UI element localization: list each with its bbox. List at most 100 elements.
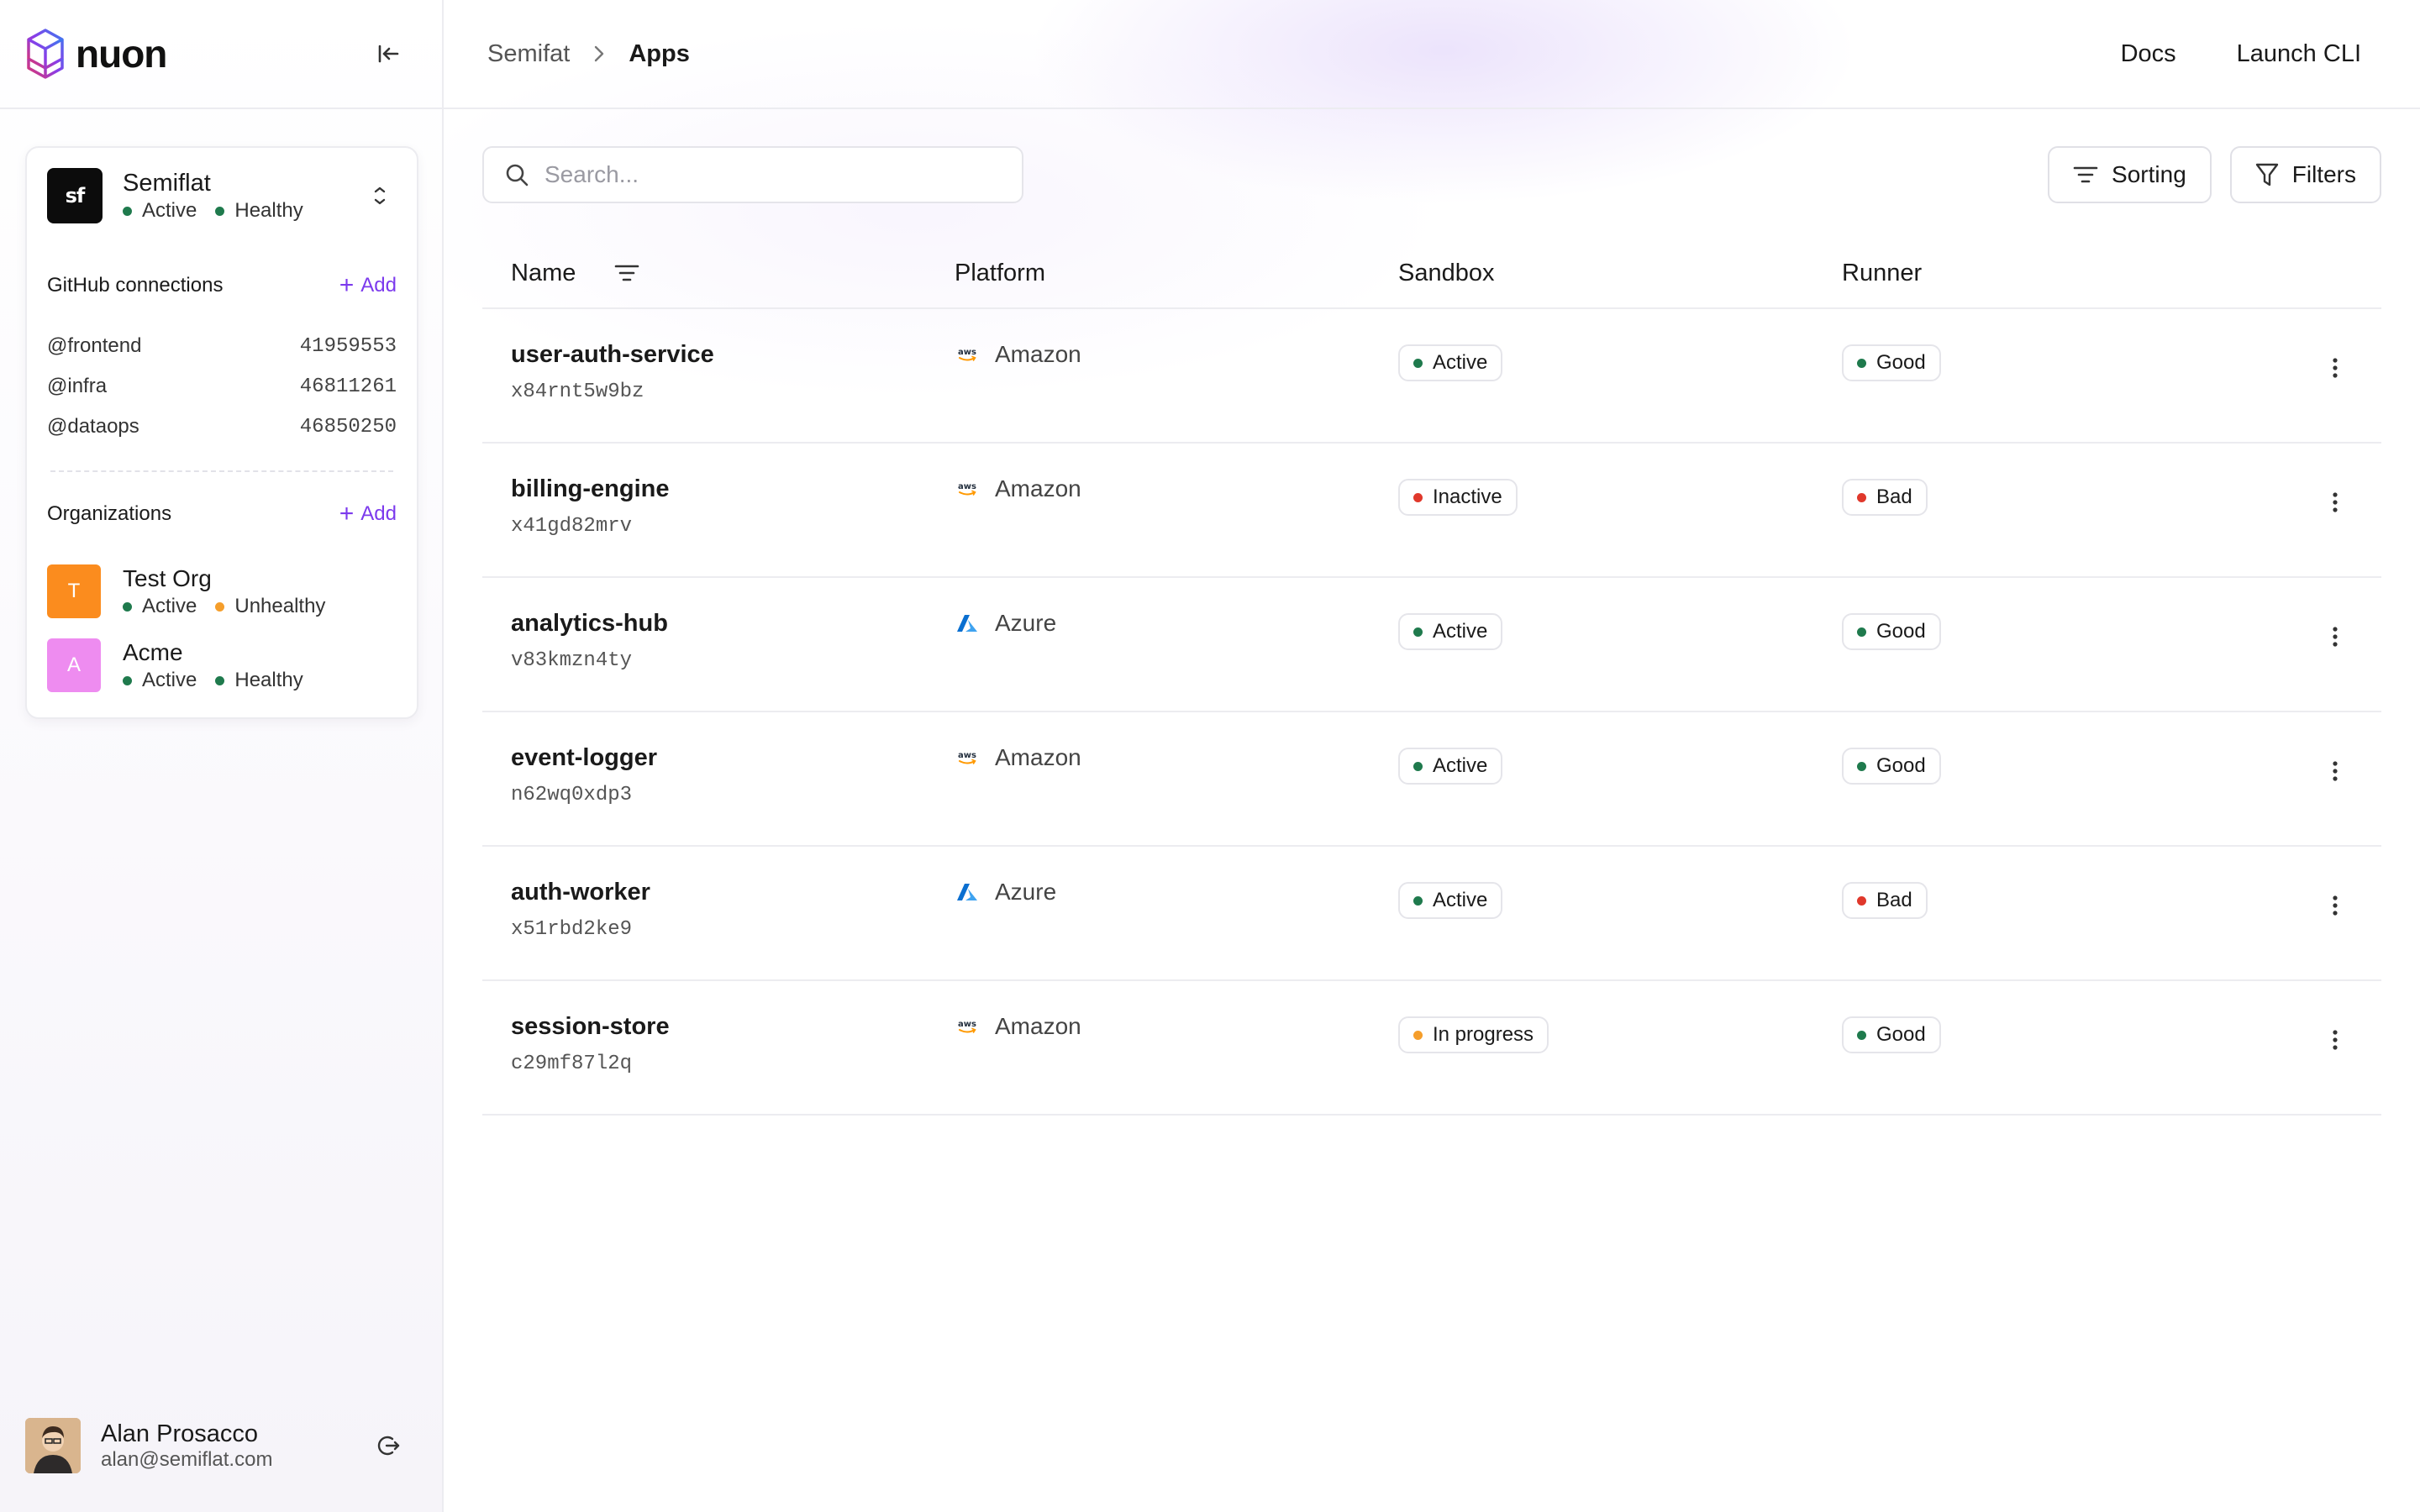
github-connection-id: 41959553 — [299, 334, 397, 358]
app-name[interactable]: billing-engine — [511, 475, 670, 503]
table-row[interactable]: event-logger n62wq0xdp3 aws Amazon Activ… — [482, 712, 2381, 847]
column-header-platform: Platform — [955, 259, 1045, 286]
platform: Azure — [955, 879, 1370, 906]
sandbox-status-label: Inactive — [1433, 486, 1502, 508]
health-dot — [215, 675, 225, 685]
nuon-logo-icon — [27, 29, 64, 79]
runner-status-dot — [1857, 1030, 1866, 1040]
filter-funnel-icon — [2255, 163, 2278, 186]
table-row[interactable]: billing-engine x41gd82mrv aws Amazon Ina… — [482, 444, 2381, 578]
org-switch-button[interactable] — [363, 179, 397, 213]
logout-icon — [377, 1436, 400, 1456]
org-card: sf Semiflat Active Healthy GitHub connec… — [25, 146, 418, 719]
app-name[interactable]: auth-worker — [511, 879, 650, 906]
search-box[interactable] — [482, 146, 1023, 203]
org-status-label: Active — [142, 595, 197, 617]
user-info: Alan Prosacco alan@semiflat.com — [101, 1420, 371, 1472]
org-health-label: Healthy — [234, 199, 303, 222]
add-organization-button[interactable]: + Add — [339, 500, 397, 528]
kebab-menu-icon — [2333, 627, 2338, 647]
breadcrumb-org[interactable]: Semifat — [487, 40, 570, 68]
row-menu-button[interactable] — [2317, 349, 2354, 386]
app-cell: auth-worker x51rbd2ke9 — [482, 847, 926, 941]
sorting-button[interactable]: Sorting — [2048, 146, 2212, 203]
filters-button[interactable]: Filters — [2229, 146, 2381, 203]
runner-cell: Good — [1813, 981, 2289, 1053]
platform-name: Azure — [995, 879, 1057, 905]
actions-cell — [2289, 712, 2381, 790]
kebab-menu-icon — [2333, 492, 2338, 512]
aws-icon: aws — [958, 1020, 976, 1033]
brand-logo[interactable]: nuon — [25, 27, 167, 81]
runner-status-badge: Good — [1842, 344, 1941, 381]
table-header: Name Platform Sandbox Runner — [482, 239, 2381, 309]
github-list: @frontend 41959553 @infra 46811261 @data… — [47, 326, 397, 447]
search-input[interactable] — [544, 161, 998, 188]
user-email: alan@semiflat.com — [101, 1448, 273, 1471]
section-divider — [50, 470, 393, 472]
top-bar: Semifat Apps Docs Launch CLI — [444, 0, 2420, 109]
current-org-switcher[interactable]: sf Semiflat Active Healthy — [47, 168, 397, 223]
github-connection-item[interactable]: @infra 46811261 — [47, 366, 397, 407]
column-header-sandbox: Sandbox — [1398, 259, 1495, 286]
platform-icon: aws — [955, 1014, 980, 1039]
table-row[interactable]: auth-worker x51rbd2ke9 Azure Active Bad — [482, 847, 2381, 981]
platform: aws Amazon — [955, 1013, 1370, 1040]
runner-status-label: Good — [1876, 1023, 1926, 1046]
actions-cell — [2289, 309, 2381, 386]
org-logo: sf — [47, 168, 103, 223]
github-connection-item[interactable]: @frontend 41959553 — [47, 326, 397, 366]
org-info: Test Org Active Unhealthy — [123, 564, 397, 618]
platform: aws Amazon — [955, 744, 1370, 771]
github-connection-id: 46811261 — [299, 375, 397, 398]
add-github-button[interactable]: + Add — [339, 273, 397, 298]
name-sort-button[interactable] — [614, 263, 639, 283]
org-status-label: Active — [142, 199, 197, 222]
chevron-up-down-icon — [374, 186, 386, 205]
actions-cell — [2289, 444, 2381, 521]
table-row[interactable]: analytics-hub v83kmzn4ty Azure Active Go… — [482, 578, 2381, 712]
launch-cli-link[interactable]: Launch CLI — [2237, 40, 2361, 68]
health-dot — [215, 601, 225, 612]
row-menu-button[interactable] — [2317, 753, 2354, 790]
app-name[interactable]: session-store — [511, 1013, 670, 1041]
sandbox-cell: Active — [1370, 847, 1813, 919]
kebab-menu-icon — [2333, 1030, 2338, 1050]
actions-cell — [2289, 981, 2381, 1058]
github-connection-name: @frontend — [47, 334, 142, 357]
row-menu-button[interactable] — [2317, 887, 2354, 924]
app-name[interactable]: user-auth-service — [511, 341, 714, 369]
apps-table: Name Platform Sandbox Runner user-auth-s… — [482, 239, 2381, 1116]
row-menu-button[interactable] — [2317, 1021, 2354, 1058]
row-menu-button[interactable] — [2317, 618, 2354, 655]
sandbox-cell: In progress — [1370, 981, 1813, 1053]
app-name[interactable]: analytics-hub — [511, 610, 668, 638]
table-row[interactable]: session-store c29mf87l2q aws Amazon In p… — [482, 981, 2381, 1116]
org-info: Acme Active Healthy — [123, 638, 397, 692]
toolbar-buttons: Sorting Filters — [2048, 146, 2381, 203]
platform-icon: aws — [955, 476, 980, 501]
breadcrumb: Semifat Apps — [487, 40, 690, 68]
organization-list: T Test Org Active Unhealthy A Acme Activ… — [47, 554, 397, 702]
add-github-label: Add — [360, 274, 397, 297]
user-avatar[interactable] — [25, 1418, 81, 1473]
docs-link[interactable]: Docs — [2121, 40, 2176, 68]
org-name: Test Org — [123, 565, 212, 591]
platform: aws Amazon — [955, 475, 1370, 502]
row-menu-button[interactable] — [2317, 484, 2354, 521]
collapse-sidebar-button[interactable] — [371, 37, 405, 71]
github-connection-item[interactable]: @dataops 46850250 — [47, 407, 397, 447]
sort-lines-icon — [615, 265, 639, 281]
status-dot — [123, 675, 132, 685]
search-icon — [506, 164, 529, 186]
organization-item-test-org[interactable]: T Test Org Active Unhealthy — [47, 554, 397, 628]
organization-item-acme[interactable]: A Acme Active Healthy — [47, 628, 397, 702]
table-row[interactable]: user-auth-service x84rnt5w9bz aws Amazon… — [482, 309, 2381, 444]
app-name[interactable]: event-logger — [511, 744, 657, 772]
runner-status-badge: Good — [1842, 1016, 1941, 1053]
plus-icon: + — [339, 500, 355, 528]
runner-status-label: Good — [1876, 754, 1926, 777]
platform-icon: aws — [955, 745, 980, 770]
logout-button[interactable] — [371, 1429, 405, 1462]
sandbox-status-badge: Active — [1398, 882, 1503, 919]
